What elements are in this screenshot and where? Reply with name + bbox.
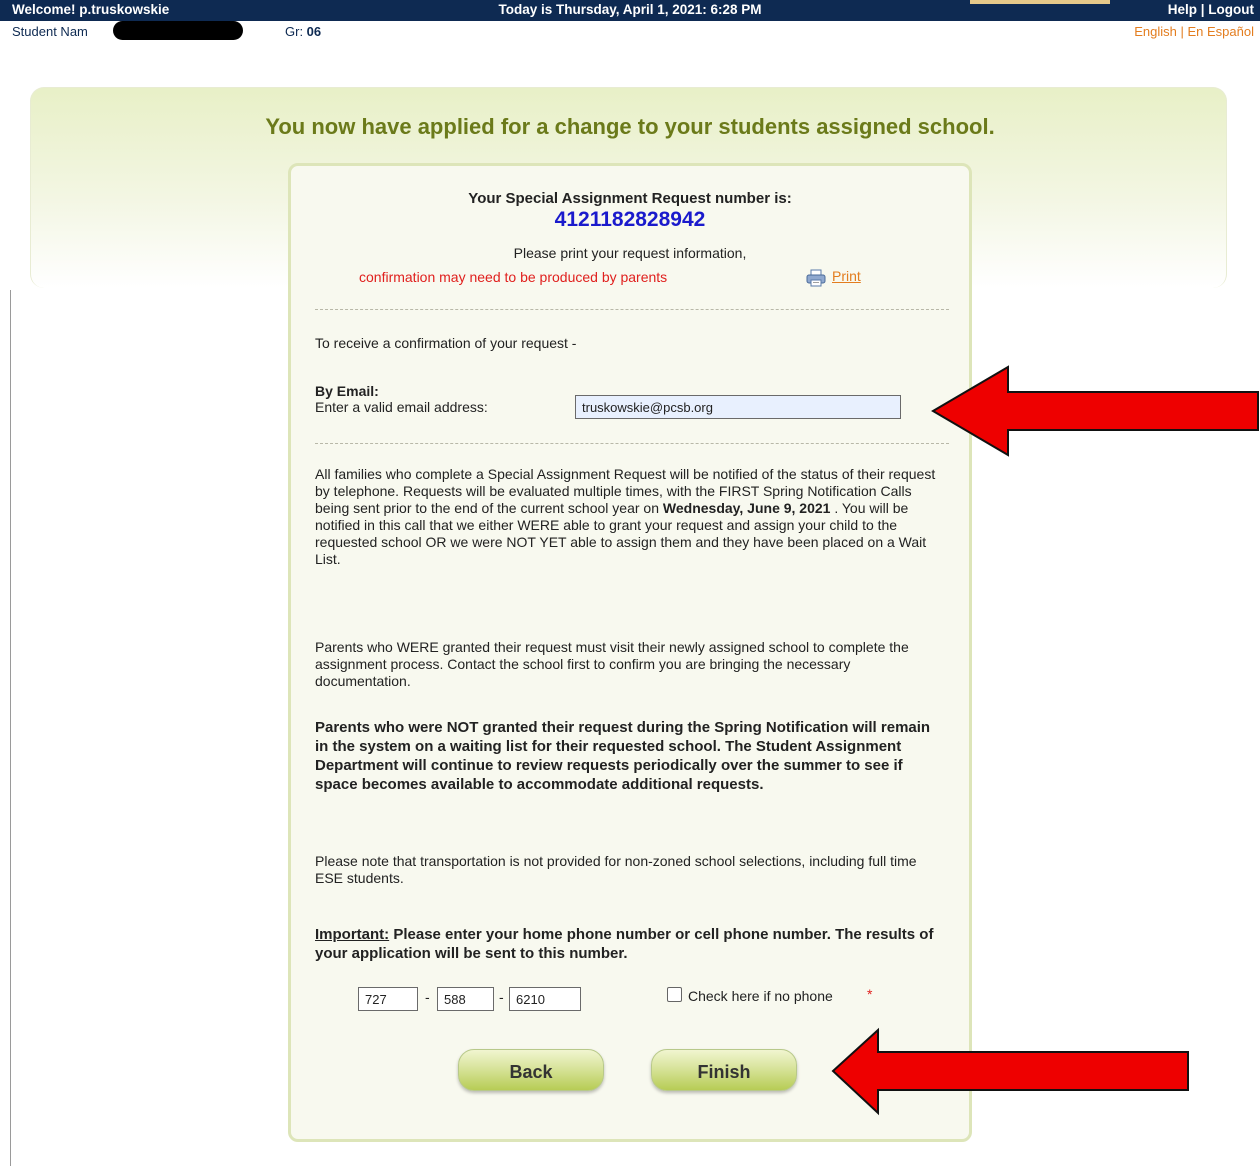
no-phone-checkbox[interactable]	[667, 987, 682, 1002]
left-border	[10, 290, 11, 1166]
red-arrow-icon	[831, 1027, 1189, 1116]
print-instruction: Please print your request information,	[513, 245, 747, 261]
red-arrow-icon	[931, 365, 1259, 457]
request-number: 4121182828942	[554, 208, 706, 231]
phone-prefix[interactable]	[437, 987, 494, 1011]
lang-english-link[interactable]: English	[1134, 24, 1177, 39]
phone-instruction: Important: Please enter your home phone …	[315, 925, 945, 963]
logout-link[interactable]: Logout	[1208, 2, 1254, 17]
email-field[interactable]	[575, 395, 901, 419]
printer-icon[interactable]	[806, 269, 826, 287]
divider	[315, 309, 949, 310]
confirmation-intro: To receive a confirmation of your reques…	[315, 335, 577, 351]
required-marker: *	[867, 986, 873, 1002]
redacted-student-name	[113, 21, 243, 40]
grade-label: Gr:	[285, 24, 307, 39]
lang-separator: |	[1176, 24, 1188, 39]
not-granted-paragraph: Parents who were NOT granted their reque…	[315, 719, 931, 793]
finish-button[interactable]: Finish	[651, 1049, 797, 1091]
language-switcher: English | En Español	[1134, 24, 1254, 39]
phone-line-number[interactable]	[509, 987, 581, 1011]
current-date: Today is Thursday, April 1, 2021: 6:28 P…	[498, 2, 762, 17]
granted-paragraph: Parents who WERE granted their request m…	[315, 639, 909, 689]
help-link[interactable]: Help	[1168, 2, 1197, 17]
transportation-note: Please note that transportation is not p…	[315, 853, 917, 886]
important-label: Important:	[315, 926, 390, 943]
page-title: You now have applied for a change to you…	[265, 114, 995, 139]
notification-date: Wednesday, June 9, 2021	[662, 500, 831, 516]
notification-paragraph: All families who complete a Special Assi…	[315, 466, 945, 568]
welcome-message: Welcome! p.truskowskie	[12, 2, 170, 17]
lang-spanish-link[interactable]: En Español	[1188, 24, 1255, 39]
student-info-bar: Student Nam Gr: 06 English | En Español	[0, 21, 1260, 41]
request-number-label: Your Special Assignment Request number i…	[468, 190, 792, 207]
by-email-heading: By Email:	[315, 383, 379, 399]
phone-area-code[interactable]	[358, 987, 418, 1011]
print-link[interactable]: Print	[832, 268, 861, 284]
email-prompt: Enter a valid email address:	[315, 399, 488, 415]
help-logout-links: Help | Logout	[1168, 2, 1254, 17]
top-bar: Today is Thursday, April 1, 2021: 6:28 P…	[0, 0, 1260, 21]
confirmation-warning: confirmation may need to be produced by …	[359, 269, 668, 285]
phone-instruction-text: Please enter your home phone number or c…	[315, 926, 934, 962]
back-button[interactable]: Back	[458, 1049, 604, 1091]
phone-dash: -	[499, 989, 504, 1005]
phone-dash: -	[425, 989, 430, 1005]
link-separator: |	[1196, 2, 1209, 17]
student-name-label: Student Nam	[12, 24, 88, 39]
grade-value: 06	[306, 24, 322, 39]
divider	[315, 443, 949, 444]
grade-info: Gr: 06	[285, 24, 321, 39]
no-phone-label: Check here if no phone	[688, 988, 833, 1004]
